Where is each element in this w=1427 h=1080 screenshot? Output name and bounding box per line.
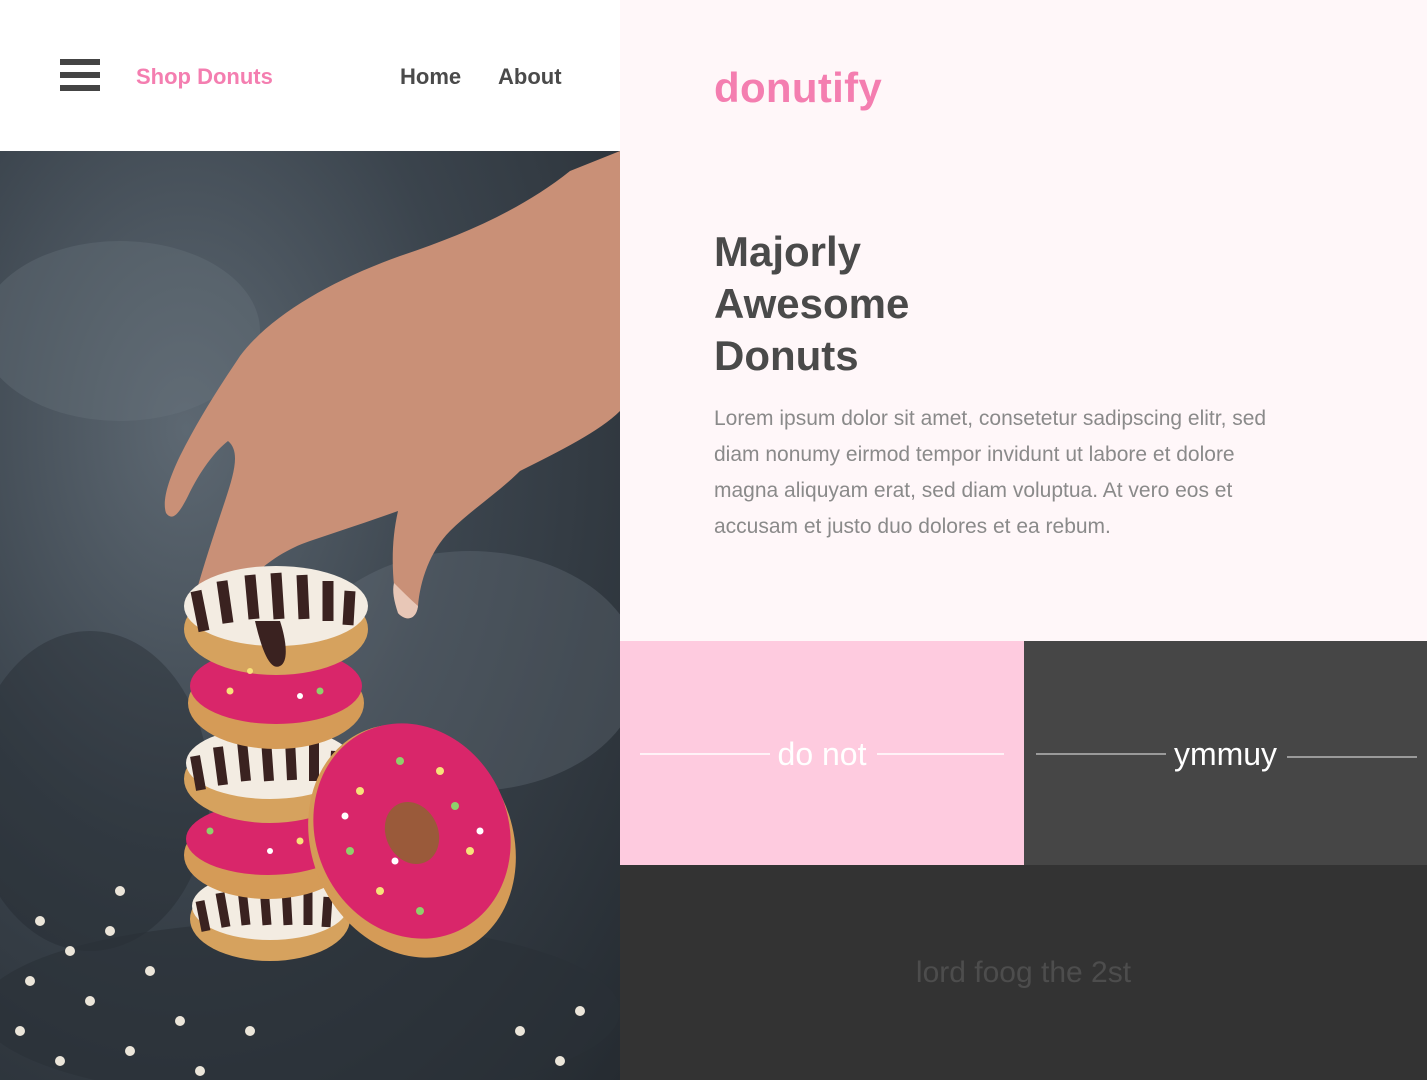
nav-link-home[interactable]: Home — [400, 62, 461, 92]
headline-line: Majorly — [714, 228, 862, 275]
footer-credit: lord foog the 2st — [915, 956, 1132, 989]
top-nav: Shop Donuts Home About — [0, 0, 620, 151]
intro-panel: donutify Majorly Awesome Donuts Lorem ip… — [620, 0, 1427, 641]
nav-link-about[interactable]: About — [498, 62, 562, 92]
tile-do-not[interactable]: do not — [620, 641, 1024, 865]
brand-logo[interactable]: donutify — [714, 62, 882, 114]
tile-label: ymmuy — [1173, 736, 1278, 772]
left-column: Shop Donuts Home About — [0, 0, 620, 1080]
hamburger-menu-icon[interactable] — [60, 59, 100, 91]
intro-paragraph: Lorem ipsum dolor sit amet, consetetur s… — [714, 407, 1267, 538]
tile-ymmuy[interactable]: ymmuy — [1024, 641, 1427, 865]
footer: lord foog the 2st — [620, 865, 1427, 1080]
headline-line: Awesome — [714, 280, 910, 327]
page-headline: Majorly Awesome Donuts — [714, 226, 1114, 382]
nav-link-shop-donuts[interactable]: Shop Donuts — [136, 62, 273, 92]
donut-stack-photo — [0, 151, 620, 1080]
headline-line: Donuts — [714, 332, 859, 379]
tile-label: do not — [777, 736, 867, 772]
